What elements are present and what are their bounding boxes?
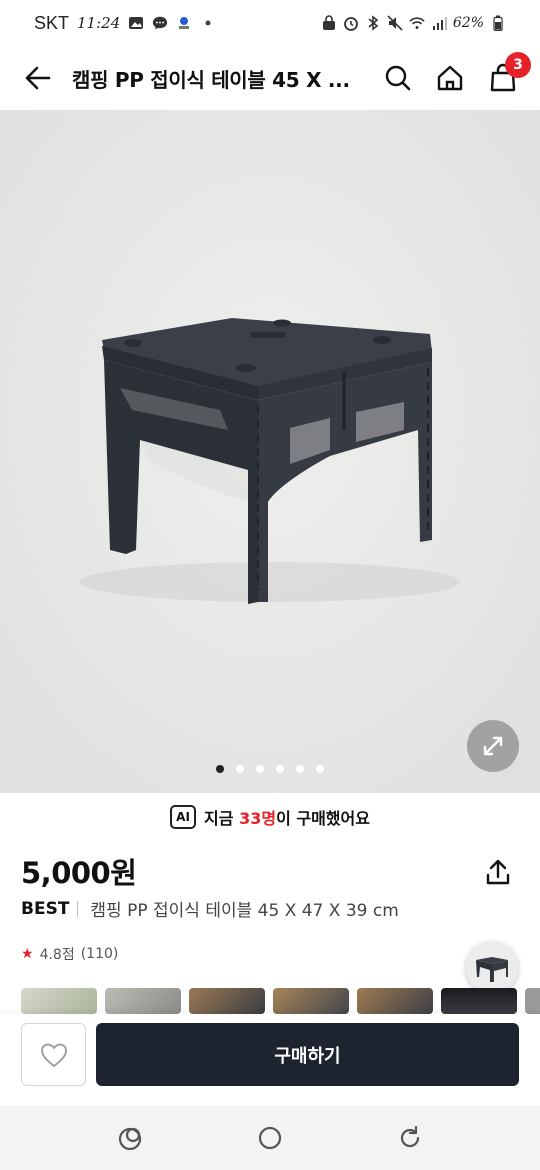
- review-photo[interactable]: [21, 988, 97, 1014]
- best-badge: BEST: [21, 898, 70, 919]
- product-price: 5,000원: [21, 856, 137, 890]
- heart-icon: [40, 1043, 67, 1067]
- gallery-pagination: [0, 765, 540, 773]
- product-thumbnail-image: [476, 957, 508, 982]
- clock: 11:24: [77, 14, 121, 32]
- alarm-icon: [343, 15, 359, 31]
- signal-icon: [431, 15, 447, 31]
- cart-button[interactable]: 3: [481, 52, 531, 100]
- expand-icon: [483, 736, 503, 756]
- gallery-dot[interactable]: [236, 765, 244, 773]
- divider: [77, 900, 79, 917]
- product-photo: [0, 110, 540, 793]
- gallery-dot[interactable]: [296, 765, 304, 773]
- battery-percent: 62%: [452, 15, 484, 31]
- product-image-gallery[interactable]: [0, 110, 540, 793]
- rating-row[interactable]: ★ 4.8점 (110): [21, 944, 118, 964]
- gallery-notification-icon: [128, 15, 144, 31]
- bluetooth-icon: [365, 15, 381, 31]
- app-header: 캠핑 PP 접이식 테이블 45 X ... 3: [0, 46, 540, 110]
- home-button[interactable]: [428, 56, 472, 100]
- assistant-button[interactable]: [110, 1118, 150, 1158]
- page-title: 캠핑 PP 접이식 테이블 45 X ...: [72, 67, 350, 92]
- rotate-button[interactable]: [390, 1118, 430, 1158]
- rotate-icon: [400, 1125, 420, 1148]
- mute-icon: [387, 15, 403, 31]
- review-photo[interactable]: [189, 988, 265, 1014]
- assistant-icon: [118, 1127, 142, 1151]
- circle-home-icon: [258, 1126, 282, 1150]
- product-name-row: BEST 캠핑 PP 접이식 테이블 45 X 47 X 39 cm: [21, 896, 399, 922]
- review-photo[interactable]: [441, 988, 517, 1014]
- review-photo[interactable]: [357, 988, 433, 1014]
- system-navigation-bar: [0, 1106, 540, 1170]
- gallery-dot[interactable]: [256, 765, 264, 773]
- gallery-dot[interactable]: [276, 765, 284, 773]
- purchase-count: 33명: [239, 809, 277, 828]
- product-name: 캠핑 PP 접이식 테이블 45 X 47 X 39 cm: [90, 901, 399, 921]
- wifi-icon: [409, 15, 425, 31]
- purchase-bar: 구매하기: [0, 1014, 540, 1106]
- home-nav-button[interactable]: [250, 1118, 290, 1158]
- home-icon: [437, 65, 463, 91]
- recent-purchase-banner: AI 지금 33명이 구매했어요: [0, 802, 540, 832]
- search-icon: [385, 65, 411, 91]
- carrier-label: SKT: [34, 12, 70, 33]
- back-button[interactable]: [18, 58, 58, 98]
- gallery-dot-active[interactable]: [216, 765, 224, 773]
- app-notification-icon: [176, 15, 192, 31]
- more-notifications-icon: [200, 15, 216, 31]
- battery-icon: [490, 15, 506, 31]
- share-button[interactable]: [482, 854, 514, 890]
- review-photo[interactable]: [525, 988, 540, 1014]
- buy-button[interactable]: 구매하기: [96, 1023, 519, 1086]
- star-icon: ★: [21, 946, 34, 962]
- arrow-left-icon: [25, 66, 51, 90]
- wishlist-button[interactable]: [21, 1023, 86, 1086]
- gallery-dot[interactable]: [316, 765, 324, 773]
- recent-purchase-text: 지금 33명이 구매했어요: [204, 809, 370, 828]
- share-icon: [486, 859, 510, 885]
- ai-badge: AI: [170, 805, 197, 829]
- review-count: (110): [80, 946, 119, 962]
- search-button[interactable]: [376, 56, 420, 100]
- review-photo-strip: [21, 988, 540, 1014]
- floating-product-thumbnail[interactable]: [466, 942, 518, 994]
- review-photo[interactable]: [105, 988, 181, 1014]
- review-photo[interactable]: [273, 988, 349, 1014]
- message-notification-icon: [152, 15, 168, 31]
- rating-score: 4.8점: [39, 947, 75, 963]
- cart-count-badge: 3: [505, 52, 531, 78]
- vpn-icon: [321, 15, 337, 31]
- status-bar: SKT 11:24 62%: [0, 0, 540, 46]
